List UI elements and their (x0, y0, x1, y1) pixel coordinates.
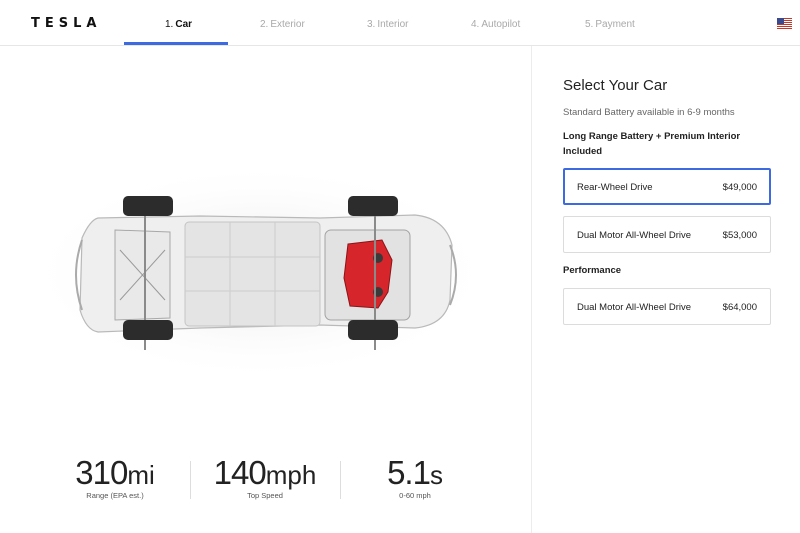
wheel-rear-left (348, 196, 398, 216)
step-label: Exterior (270, 19, 305, 30)
step-number: 1. (165, 19, 174, 30)
option-performance-dual-motor-awd[interactable]: Dual Motor All-Wheel Drive $64,000 (563, 288, 771, 325)
wheel-front-left (123, 196, 173, 216)
option-price: $49,000 (722, 182, 757, 193)
wheel-front-right (123, 320, 173, 340)
wheel-rear-right (348, 320, 398, 340)
stat-unit: mph (265, 460, 317, 490)
step-label: Payment (595, 19, 635, 30)
us-flag-icon[interactable] (777, 18, 792, 29)
step-interior[interactable]: 3. Interior (367, 19, 408, 30)
active-step-indicator (124, 42, 228, 45)
step-exterior[interactable]: 2. Exterior (260, 19, 305, 30)
step-payment[interactable]: 5. Payment (585, 19, 635, 30)
option-name: Dual Motor All-Wheel Drive (577, 230, 692, 241)
step-number: 4. (471, 19, 480, 30)
group-heading-performance: Performance (563, 265, 622, 276)
option-name: Dual Motor All-Wheel Drive (577, 302, 692, 313)
performance-stats: 310mi Range (EPA est.) 140mph Top Speed … (40, 455, 490, 505)
stat-unit: mi (127, 460, 155, 490)
panel-divider (531, 46, 532, 533)
option-rear-wheel-drive[interactable]: Rear-Wheel Drive $49,000 (563, 168, 771, 205)
option-name: Rear-Wheel Drive (577, 182, 653, 193)
step-number: 5. (585, 19, 594, 30)
step-label: Interior (377, 19, 409, 30)
group-heading-long-range: Long Range Battery + Premium Interior In… (563, 131, 741, 157)
step-car[interactable]: 1. Car (165, 19, 192, 30)
option-price: $64,000 (722, 302, 757, 313)
battery-pack (184, 221, 321, 327)
availability-note: Standard Battery available in 6-9 months (563, 107, 735, 118)
option-dual-motor-awd[interactable]: Dual Motor All-Wheel Drive $53,000 (563, 216, 771, 253)
chassis-illustration (25, 162, 495, 382)
step-label: Car (175, 19, 193, 30)
stat-value: 5.1s (387, 454, 443, 491)
stat-unit: s (429, 460, 443, 490)
top-nav: TESLA 1. Car 2. Exterior 3. Interior 4. Auto… (0, 0, 800, 46)
panel-title: Select Your Car (563, 77, 668, 94)
stat-acceleration: 5.1s 0-60 mph (340, 454, 490, 501)
stat-range: 310mi Range (EPA est.) (40, 454, 190, 501)
rear-motor (343, 239, 393, 309)
step-label: Autopilot (481, 19, 521, 30)
option-price: $53,000 (722, 230, 757, 241)
stat-label: Top Speed (247, 491, 283, 500)
car-chassis-image (20, 160, 500, 390)
stat-top-speed: 140mph Top Speed (190, 454, 340, 501)
step-autopilot[interactable]: 4. Autopilot (471, 19, 520, 30)
stat-value: 140mph (213, 454, 317, 491)
stat-label: Range (EPA est.) (86, 491, 144, 500)
step-number: 2. (260, 19, 269, 30)
tesla-logo[interactable]: TESLA (31, 16, 101, 31)
flag-canton (777, 18, 784, 24)
step-number: 3. (367, 19, 376, 30)
stat-value: 310mi (75, 454, 155, 491)
stat-label: 0-60 mph (399, 491, 431, 500)
